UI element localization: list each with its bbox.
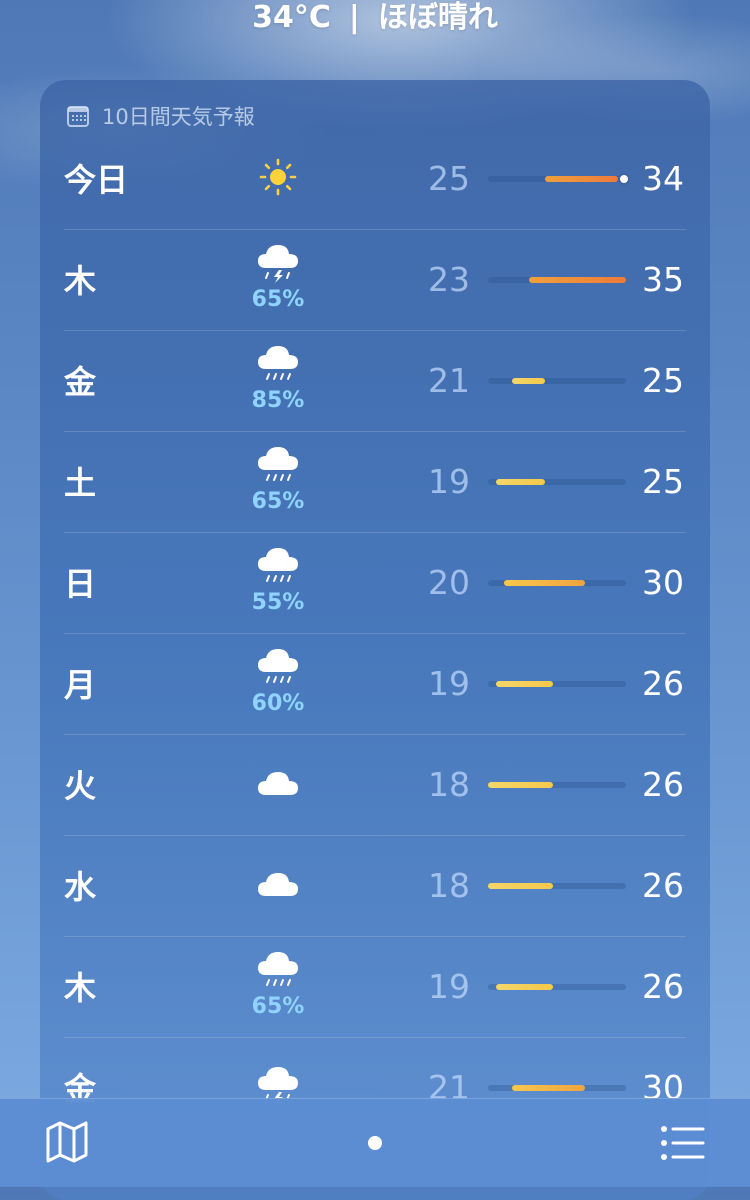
temperature-range-fill xyxy=(528,277,626,283)
cloud-icon xyxy=(256,767,300,803)
high-temperature: 30 xyxy=(642,563,684,602)
low-temperature: 25 xyxy=(428,159,470,198)
forecast-row[interactable]: 土 65% 19 25 xyxy=(64,432,686,533)
header-separator: | xyxy=(348,0,360,35)
low-temperature: 19 xyxy=(428,462,470,501)
day-label: 今日 xyxy=(64,161,129,199)
temperature-range-bar xyxy=(488,883,626,889)
cloud-icon xyxy=(256,868,300,904)
day-label: 木 xyxy=(64,262,97,300)
thunderstorm-icon xyxy=(256,244,300,288)
forecast-row[interactable]: 木 65% 19 26 xyxy=(64,937,686,1038)
temperature-range-bar xyxy=(488,378,626,384)
temperature-range-bar xyxy=(488,175,628,183)
temperature-range-fill xyxy=(488,782,553,788)
day-label: 水 xyxy=(64,868,97,906)
weather-icon-wrap: 65% xyxy=(244,951,312,1023)
temperature-range-bar xyxy=(488,479,626,485)
temperature-range-fill xyxy=(544,176,618,182)
temperature-range-fill xyxy=(488,883,553,889)
low-temperature: 20 xyxy=(428,563,470,602)
current-conditions: 34°C | ほぼ晴れ xyxy=(0,0,750,40)
map-button[interactable] xyxy=(44,1119,90,1165)
day-label: 金 xyxy=(64,363,97,401)
precipitation-chance: 85% xyxy=(251,388,305,413)
low-temperature: 21 xyxy=(428,361,470,400)
temperature-range-bar xyxy=(488,984,626,990)
rain-icon xyxy=(256,648,300,692)
weather-icon-wrap: 65% xyxy=(244,446,312,518)
forecast-row[interactable]: 今日 25 34 xyxy=(64,129,686,230)
temperature-range-bar xyxy=(488,1085,626,1091)
temperature-range-fill xyxy=(496,984,553,990)
high-temperature: 26 xyxy=(642,967,684,1006)
day-label: 火 xyxy=(64,767,97,805)
rain-icon xyxy=(256,951,300,995)
current-temperature-marker xyxy=(619,175,628,183)
rain-icon xyxy=(256,547,300,591)
forecast-title: 10日間天気予報 xyxy=(102,105,255,129)
high-temperature: 26 xyxy=(642,664,684,703)
temperature-range-fill xyxy=(512,1085,586,1091)
weather-icon-wrap: 55% xyxy=(244,547,312,619)
weather-icon-wrap: 85% xyxy=(244,345,312,417)
forecast-row[interactable]: 水 18 26 xyxy=(64,836,686,937)
weather-icon-wrap: 65% xyxy=(244,244,312,316)
high-temperature: 25 xyxy=(642,462,684,501)
low-temperature: 23 xyxy=(428,260,470,299)
temperature-range-fill xyxy=(496,479,545,485)
forecast-row[interactable]: 木 65% 23 35 xyxy=(64,230,686,331)
low-temperature: 19 xyxy=(428,967,470,1006)
forecast-header: 10日間天気予報 xyxy=(66,102,255,130)
sun-icon xyxy=(258,157,298,201)
weather-icon-wrap xyxy=(244,850,312,922)
precipitation-chance: 65% xyxy=(251,489,305,514)
low-temperature: 18 xyxy=(428,765,470,804)
low-temperature: 18 xyxy=(428,866,470,905)
day-label: 日 xyxy=(64,565,97,603)
city-list-button[interactable] xyxy=(660,1125,706,1161)
precipitation-chance: 65% xyxy=(251,994,305,1019)
weather-icon-wrap xyxy=(244,143,312,215)
high-temperature: 34 xyxy=(642,159,684,198)
map-icon xyxy=(46,1121,88,1163)
weather-icon-wrap: 60% xyxy=(244,648,312,720)
temperature-range-bar xyxy=(488,580,626,586)
page-indicator-dot[interactable] xyxy=(368,1136,382,1150)
rain-icon xyxy=(256,345,300,389)
forecast-row[interactable]: 月 60% 19 26 xyxy=(64,634,686,735)
forecast-row[interactable]: 火 18 26 xyxy=(64,735,686,836)
precipitation-chance: 55% xyxy=(251,590,305,615)
day-label: 土 xyxy=(64,464,97,502)
temperature-range-fill xyxy=(512,378,545,384)
bottom-toolbar xyxy=(0,1098,750,1187)
high-temperature: 26 xyxy=(642,765,684,804)
forecast-row[interactable]: 金 85% 21 25 xyxy=(64,331,686,432)
high-temperature: 35 xyxy=(642,260,684,299)
forecast-row[interactable]: 日 55% 20 30 xyxy=(64,533,686,634)
temperature-range-fill xyxy=(496,681,553,687)
temperature-range-bar xyxy=(488,277,626,283)
temperature-range-bar xyxy=(488,782,626,788)
current-temperature: 34°C xyxy=(252,0,331,35)
forecast-list[interactable]: 今日 25 34 木 65% 23 35 金 85% 21 25 土 65% 19 25 日 55% 20 30 月 6… xyxy=(64,129,686,1138)
list-icon xyxy=(661,1126,705,1160)
low-temperature: 19 xyxy=(428,664,470,703)
temperature-range-bar xyxy=(488,681,626,687)
rain-icon xyxy=(256,446,300,490)
precipitation-chance: 60% xyxy=(251,691,305,716)
day-label: 月 xyxy=(64,666,97,704)
current-condition: ほぼ晴れ xyxy=(377,0,498,35)
temperature-range-fill xyxy=(504,580,586,586)
high-temperature: 25 xyxy=(642,361,684,400)
weather-icon-wrap xyxy=(244,749,312,821)
day-label: 木 xyxy=(64,969,97,1007)
precipitation-chance: 65% xyxy=(251,287,305,312)
high-temperature: 26 xyxy=(642,866,684,905)
calendar-icon xyxy=(66,104,90,128)
